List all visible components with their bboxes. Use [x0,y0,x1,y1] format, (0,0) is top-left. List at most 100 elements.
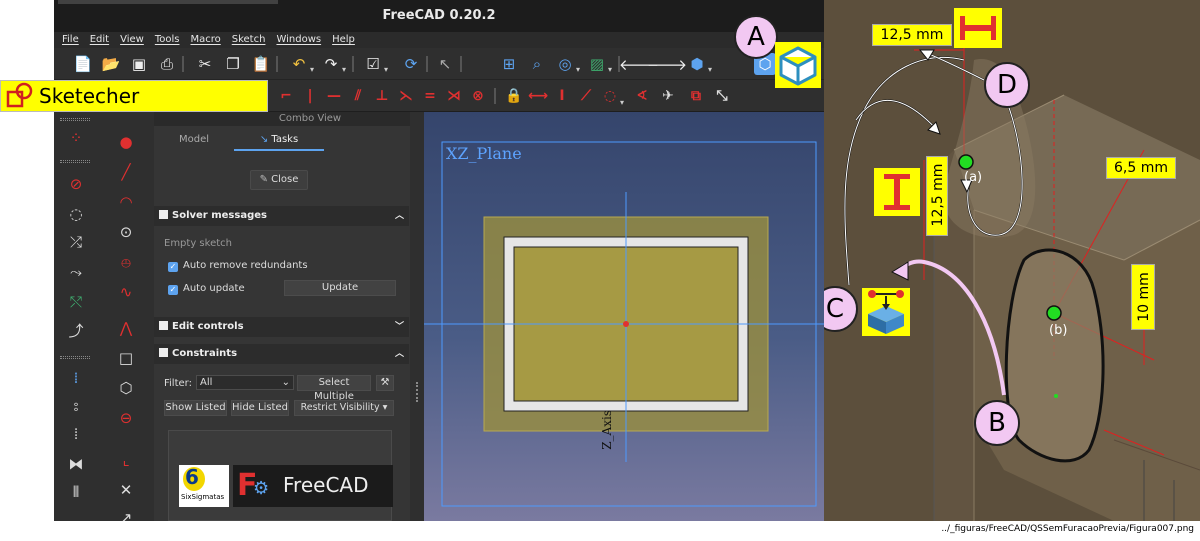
filter-dropdown[interactable]: All ⌄ [196,375,294,390]
print-icon[interactable]: ⎙ [156,53,178,75]
line-create-icon[interactable]: ╱ [114,160,138,184]
sketcher-vertical-toolbars: ⁘ ⊘ ◌ ⤮ ⤳ ⤲ ⤴ ⁞ ⦂ ⦙ ⧓ ⫴ ● ╱ ◠ ⊙ ⦺ ∿ ⋀ □ … [54,112,154,521]
polyline-create-icon[interactable]: ⋀ [114,316,138,340]
refresh-check-icon[interactable]: ☑ [362,53,384,75]
menu-edit[interactable]: Edit [90,32,109,48]
symmetric-constraint-icon[interactable]: ⋊ [444,86,464,106]
trim-icon[interactable]: ⤮ [64,230,88,254]
horizontal-constraint-icon[interactable]: — [324,86,344,106]
draw-style-icon[interactable]: ◎ [554,53,576,75]
angle-constraint-icon[interactable]: ∢ [632,86,652,106]
menu-tools[interactable]: Tools [155,32,180,48]
extend-icon[interactable]: ⤳ [64,260,88,284]
distance-constraint-icon[interactable]: ⟋ [576,86,596,106]
window-title: FreeCAD 0.20.2 [382,8,496,23]
hide-listed-button[interactable]: Hide Listed [231,400,289,416]
conic-create-icon[interactable]: ⦺ [114,250,138,274]
solver-messages-header[interactable]: Solver messages ︿ [154,206,409,226]
block-constraint-icon[interactable]: ⊗ [468,86,488,106]
toggle-active-icon[interactable]: ⤡ [712,86,732,106]
root: FreeCAD 0.20.2 File Edit View Tools Macr… [0,0,1200,541]
menu-help[interactable]: Help [332,32,355,48]
arc-tool-icon[interactable]: ⌐ [276,86,296,106]
rectangle-create-icon[interactable]: □ [114,346,138,370]
edit-controls-header[interactable]: Edit controls ﹀ [154,317,409,337]
carbon-copy-icon[interactable]: ⤴ [64,318,88,342]
dimension-top-horizontal: 12,5 mm [872,24,952,46]
tab-tasks[interactable]: ↘ Tasks [234,129,324,151]
horizontal-distance-icon[interactable]: ⟷ [528,86,548,106]
figure-caption: ../_figuras/FreeCAD/QSSemFuracaoPrevia/F… [941,524,1194,534]
splitter[interactable] [410,112,424,521]
update-button[interactable]: Update [284,280,396,296]
isometric-view-icon [775,42,821,88]
select-origin-icon[interactable]: ⦂ [64,394,88,418]
select-multiple-button[interactable]: Select Multiple [297,375,371,402]
open-file-icon[interactable]: 📂 [100,53,122,75]
copy-icon[interactable]: ❐ [222,53,244,75]
fillet-icon[interactable]: ◌ [64,202,88,226]
new-file-icon[interactable]: 📄 [72,53,94,75]
select-constraints-icon[interactable]: ⁞ [64,366,88,390]
tab-model[interactable]: Model [154,129,234,151]
vertical-distance-icon[interactable]: I [552,86,572,106]
toggle-driving-icon[interactable]: ⧉ [686,86,706,106]
undo-icon[interactable]: ↶ [288,53,310,75]
auto-remove-checkbox[interactable]: ✓ Auto remove redundants [168,260,308,272]
paste-icon[interactable]: 📋 [250,53,272,75]
close-button[interactable]: ✎ Close [250,170,308,190]
clone-icon[interactable]: ⫴ [64,480,88,504]
point-create-icon[interactable]: ● [114,130,138,154]
fillet-create-icon[interactable]: ⌞ [114,448,138,472]
show-listed-button[interactable]: Show Listed [164,400,227,416]
parallel-constraint-icon[interactable]: ⫽ [348,86,368,106]
settings-tool-icon[interactable]: ⚒ [376,375,394,391]
restrict-visibility-button[interactable]: Restrict Visibility ▾ [294,400,394,416]
whats-this-icon[interactable]: ↖ [434,53,456,75]
symmetry-icon[interactable]: ⧓ [64,452,88,476]
solver-status: Empty sketch [164,238,232,249]
bspline-create-icon[interactable]: ∿ [114,280,138,304]
fit-selection-icon[interactable]: ⌕ [526,53,548,75]
trim-edge-icon[interactable]: ✕ [114,478,138,502]
slot-create-icon[interactable]: ⊖ [114,406,138,430]
recompute-icon[interactable]: ⟳ [400,53,422,75]
workbench-icon[interactable]: ⬢ [686,53,708,75]
freecad-window: FreeCAD 0.20.2 File Edit View Tools Macr… [54,0,824,521]
bounding-box-icon[interactable]: ▨ [586,53,608,75]
fix-constraint-icon [862,288,910,336]
extend-edge-icon[interactable]: ↗ [114,506,138,521]
point-tool-icon[interactable]: ⁘ [64,126,88,150]
menu-file[interactable]: File [62,32,79,48]
external-geometry-icon[interactable]: ⤲ [64,290,88,314]
menu-macro[interactable]: Macro [190,32,220,48]
main-toolbar: 📄 📂 ▣ ⎙ ✂ ❐ 📋 ↶ ▾ ↷ ▾ ☑ ▾ ⟳ ↖ ⊞ ⌕ ◎ ▾ ▨ … [54,48,824,80]
constraints-list[interactable]: 6 SixSigmatas F ⚙ FreeCAD [168,430,393,521]
tangent-constraint-icon[interactable]: ⋋ [396,86,416,106]
auto-update-checkbox[interactable]: ✓ Auto update [168,283,245,295]
save-file-icon[interactable]: ▣ [128,53,150,75]
forward-arrow-icon[interactable]: 🡒 [647,53,687,75]
origin-point [623,321,629,327]
refraction-constraint-icon[interactable]: ✈ [658,86,678,106]
sketch-illustration: 12,5 mm 12,5 mm 6,5 mm 10 mm (a) (b) D B… [824,0,1200,521]
circle-create-icon[interactable]: ⊙ [114,220,138,244]
select-axis-icon[interactable]: ⦙ [64,422,88,446]
freecad-logo: F ⚙ FreeCAD [233,465,393,507]
menu-view[interactable]: View [120,32,144,48]
vertical-constraint-icon[interactable]: | [300,86,320,106]
equal-constraint-icon[interactable]: = [420,86,440,106]
lock-constraint-icon[interactable]: 🔒 [504,86,524,106]
radius-constraint-icon[interactable]: ◌ [600,86,620,106]
menu-sketch[interactable]: Sketch [232,32,266,48]
3d-view[interactable]: XZ_Plane Z_Axis [424,112,824,521]
menu-windows[interactable]: Windows [276,32,321,48]
redo-icon[interactable]: ↷ [320,53,342,75]
constraints-header[interactable]: Constraints ︿ [154,344,409,364]
fit-all-icon[interactable]: ⊞ [498,53,520,75]
toggle-construction-icon[interactable]: ⊘ [64,172,88,196]
perpendicular-constraint-icon[interactable]: ⊥ [372,86,392,106]
arc-create-icon[interactable]: ◠ [114,190,138,214]
cut-icon[interactable]: ✂ [194,53,216,75]
polygon-create-icon[interactable]: ⬡ [114,376,138,400]
